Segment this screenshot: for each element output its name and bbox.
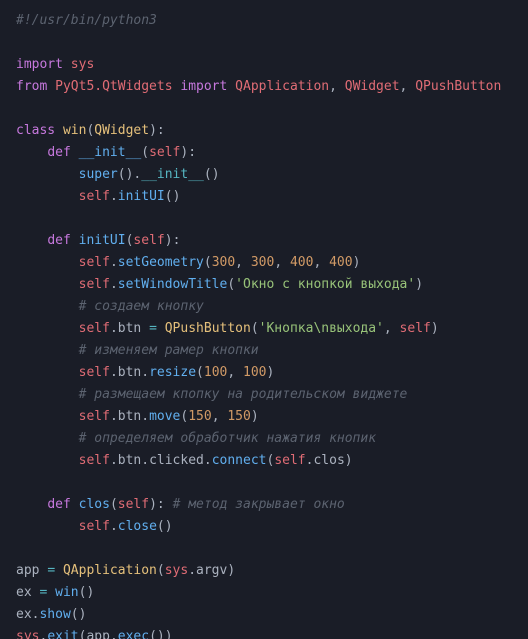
- code-block: #!/usr/bin/python3 import sys from PyQt5…: [0, 0, 528, 639]
